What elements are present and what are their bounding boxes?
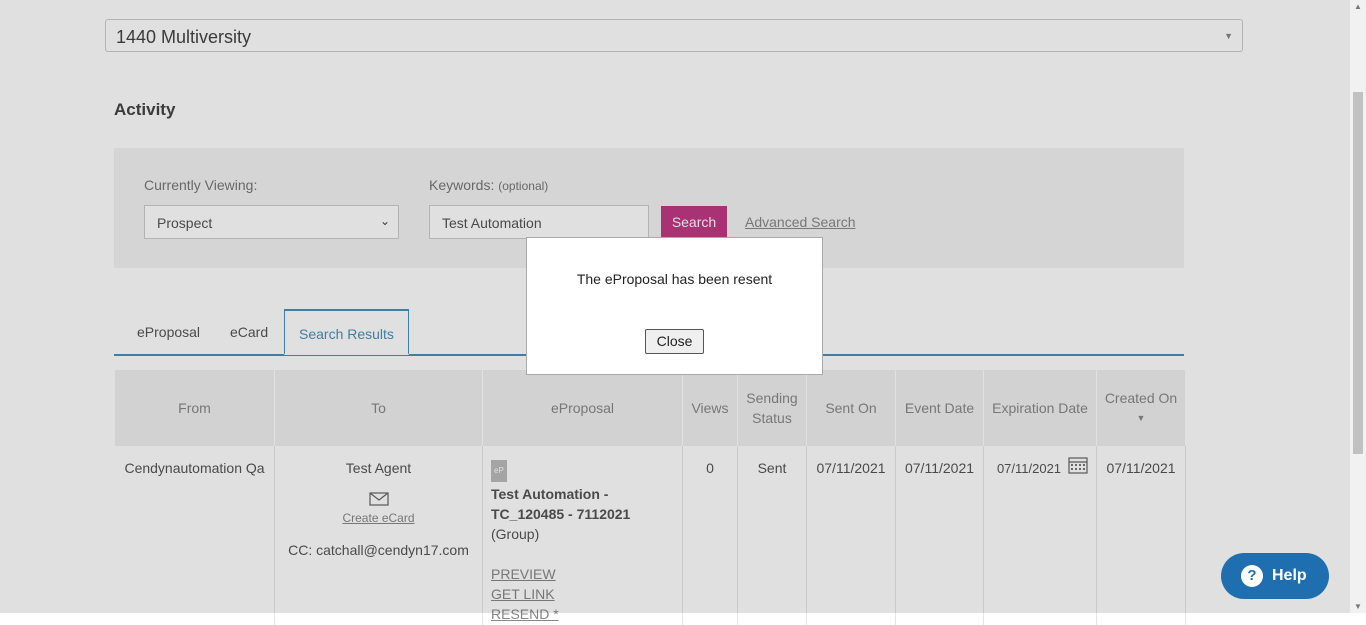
scrollbar-thumb[interactable] [1353, 92, 1363, 454]
resent-dialog: The eProposal has been resent Close [526, 237, 823, 375]
scroll-down-icon[interactable]: ▼ [1354, 602, 1362, 611]
close-button[interactable]: Close [645, 329, 704, 354]
dialog-message: The eProposal has been resent [576, 271, 773, 287]
question-icon: ? [1241, 565, 1263, 587]
help-button[interactable]: ? Help [1221, 553, 1329, 599]
scroll-up-icon[interactable]: ▲ [1354, 2, 1362, 11]
help-label: Help [1272, 567, 1307, 584]
page: 1440 Multiversity ▼ Activity Currently V… [0, 0, 1350, 625]
vertical-scrollbar[interactable]: ▲ ▼ [1350, 0, 1366, 613]
